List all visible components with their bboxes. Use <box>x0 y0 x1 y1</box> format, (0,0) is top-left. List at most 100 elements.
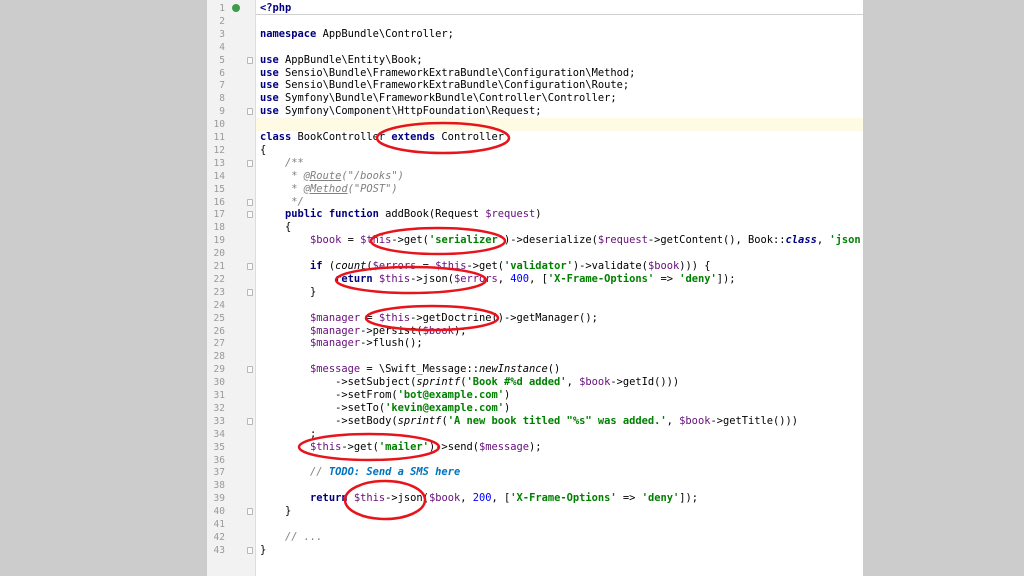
code-line[interactable] <box>256 118 863 132</box>
gutter-line[interactable]: 29 <box>207 363 255 376</box>
gutter-line[interactable]: 35 <box>207 441 255 454</box>
gutter-line[interactable]: 17 <box>207 208 255 221</box>
gutter-line[interactable]: 22 <box>207 273 255 286</box>
code-line[interactable]: ->setTo('kevin@example.com') <box>256 402 863 415</box>
gutter-line[interactable]: 4 <box>207 41 255 54</box>
code-line[interactable]: $this->get('mailer')->send($message); <box>256 441 863 454</box>
code-line[interactable]: * @Method("POST") <box>256 183 863 196</box>
gutter-line[interactable]: 16 <box>207 196 255 209</box>
code-line[interactable]: { <box>256 221 863 234</box>
gutter-line[interactable]: 19 <box>207 234 255 247</box>
code-line[interactable]: $manager->flush(); <box>256 337 863 350</box>
code-line[interactable]: return $this->json($book, 200, ['X-Frame… <box>256 492 863 505</box>
gutter-line[interactable]: 10 <box>207 118 255 131</box>
gutter-line[interactable]: 20 <box>207 247 255 260</box>
gutter-line[interactable]: 2 <box>207 15 255 28</box>
code-line[interactable]: $manager = $this->getDoctrine()->getMana… <box>256 312 863 325</box>
code-line[interactable]: <?php <box>256 2 863 15</box>
code-line[interactable] <box>256 15 863 28</box>
code-line[interactable]: return $this->json($errors, 400, ['X-Fra… <box>256 273 863 286</box>
bookmark-icon[interactable] <box>232 4 240 12</box>
gutter-line[interactable]: 31 <box>207 389 255 402</box>
code-line[interactable]: public function addBook(Request $request… <box>256 208 863 221</box>
gutter-line[interactable]: 7 <box>207 79 255 92</box>
code-line[interactable]: // TODO: Send a SMS here <box>256 466 863 479</box>
fold-marker-icon[interactable] <box>247 417 253 425</box>
code-line[interactable]: use Symfony\Component\HttpFoundation\Req… <box>256 105 863 118</box>
gutter-line[interactable]: 39 <box>207 492 255 505</box>
code-line[interactable]: use Symfony\Bundle\FrameworkBundle\Contr… <box>256 92 863 105</box>
code-line[interactable]: ; <box>256 428 863 441</box>
gutter-line[interactable]: 15 <box>207 183 255 196</box>
gutter-line[interactable]: 8 <box>207 92 255 105</box>
gutter-line[interactable]: 1 <box>207 2 255 15</box>
code-area[interactable]: <?php namespace AppBundle\Controller; use … <box>256 0 863 576</box>
code-line[interactable]: $manager->persist($book); <box>256 325 863 338</box>
code-line[interactable]: /** <box>256 157 863 170</box>
code-line[interactable] <box>256 350 863 363</box>
code-line[interactable]: use Sensio\Bundle\FrameworkExtraBundle\C… <box>256 67 863 80</box>
fold-marker-icon[interactable] <box>247 159 253 167</box>
code-line[interactable]: namespace AppBundle\Controller; <box>256 28 863 41</box>
gutter-line[interactable]: 18 <box>207 221 255 234</box>
code-editor[interactable]: 1 2 3 4 5 6 7 8 9 10 11 12 13 14 15 16 17 18 19 20 21 22 23 24 2… <box>207 0 863 576</box>
gutter-line[interactable]: 9 <box>207 105 255 118</box>
code-line[interactable]: } <box>256 286 863 299</box>
gutter-line[interactable]: 38 <box>207 479 255 492</box>
code-line[interactable]: ->setBody(sprintf('A new book titled "%s… <box>256 415 863 428</box>
gutter-line[interactable]: 25 <box>207 312 255 325</box>
gutter-line[interactable]: 21 <box>207 260 255 273</box>
gutter-line[interactable]: 12 <box>207 144 255 157</box>
gutter-line[interactable]: 32 <box>207 402 255 415</box>
fold-marker-icon[interactable] <box>247 108 253 116</box>
code-line[interactable] <box>256 479 863 492</box>
gutter-line[interactable]: 36 <box>207 454 255 467</box>
code-line[interactable]: { <box>256 144 863 157</box>
code-line[interactable]: use AppBundle\Entity\Book; <box>256 54 863 67</box>
code-line[interactable]: class BookController extends Controller <box>256 131 863 144</box>
gutter-line[interactable]: 24 <box>207 299 255 312</box>
code-line[interactable]: $message = \Swift_Message::newInstance() <box>256 363 863 376</box>
gutter-line[interactable]: 26 <box>207 325 255 338</box>
gutter-line[interactable]: 41 <box>207 518 255 531</box>
code-line[interactable]: $book = $this->get('serializer')->deseri… <box>256 234 863 247</box>
gutter-line[interactable]: 33 <box>207 415 255 428</box>
code-line[interactable] <box>256 247 863 260</box>
code-line[interactable]: } <box>256 544 863 557</box>
code-line[interactable]: } <box>256 505 863 518</box>
gutter-line[interactable]: 5 <box>207 54 255 67</box>
fold-marker-icon[interactable] <box>247 508 253 516</box>
code-line[interactable]: */ <box>256 196 863 209</box>
code-line[interactable]: ->setSubject(sprintf('Book #%d added', $… <box>256 376 863 389</box>
line-number-gutter[interactable]: 1 2 3 4 5 6 7 8 9 10 11 12 13 14 15 16 17 18 19 20 21 22 23 24 2… <box>207 0 256 576</box>
code-line[interactable]: use Sensio\Bundle\FrameworkExtraBundle\C… <box>256 79 863 92</box>
code-line[interactable] <box>256 518 863 531</box>
gutter-line[interactable]: 3 <box>207 28 255 41</box>
fold-marker-icon[interactable] <box>247 366 253 374</box>
fold-marker-icon[interactable] <box>247 288 253 296</box>
gutter-line[interactable]: 14 <box>207 170 255 183</box>
gutter-line[interactable]: 13 <box>207 157 255 170</box>
fold-marker-icon[interactable] <box>247 211 253 219</box>
gutter-line[interactable]: 43 <box>207 544 255 557</box>
code-line[interactable]: if (count($errors = $this->get('validato… <box>256 260 863 273</box>
gutter-line[interactable]: 6 <box>207 67 255 80</box>
code-line[interactable]: ->setFrom('bot@example.com') <box>256 389 863 402</box>
fold-marker-icon[interactable] <box>247 263 253 270</box>
fold-marker-icon[interactable] <box>247 56 253 64</box>
gutter-line[interactable]: 11 <box>207 131 255 144</box>
gutter-line[interactable]: 42 <box>207 531 255 544</box>
gutter-line[interactable]: 27 <box>207 337 255 350</box>
gutter-line[interactable]: 30 <box>207 376 255 389</box>
gutter-line[interactable]: 28 <box>207 350 255 363</box>
code-line[interactable]: // ... <box>256 531 863 544</box>
code-line[interactable] <box>256 41 863 54</box>
code-line[interactable] <box>256 299 863 312</box>
code-line[interactable] <box>256 454 863 467</box>
gutter-line[interactable]: 37 <box>207 466 255 479</box>
fold-marker-icon[interactable] <box>247 198 253 206</box>
gutter-line[interactable]: 23 <box>207 286 255 299</box>
gutter-line[interactable]: 40 <box>207 505 255 518</box>
code-line[interactable]: * @Route("/books") <box>256 170 863 183</box>
gutter-line[interactable]: 34 <box>207 428 255 441</box>
